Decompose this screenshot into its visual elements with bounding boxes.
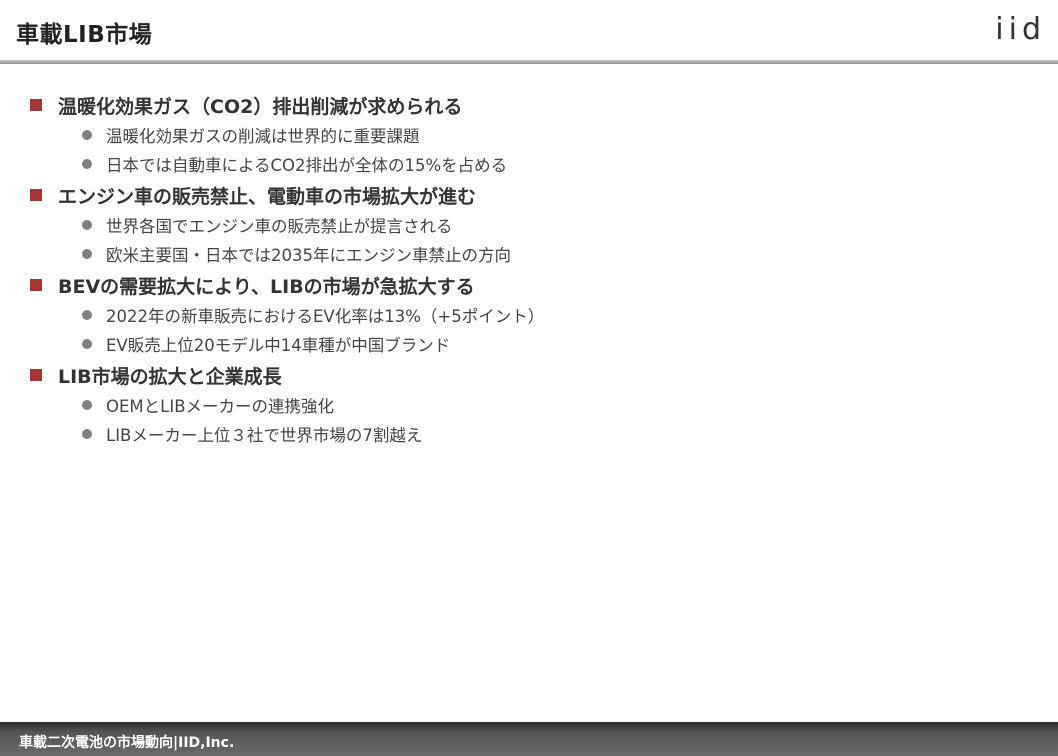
section-3: BEVの需要拡大により、LIBの市場が急拡大する 2022年の新車販売におけるE… xyxy=(30,270,1030,358)
square-bullet-icon xyxy=(30,99,42,111)
list-item-text: 欧米主要国・日本では2035年にエンジン車禁止の方向 xyxy=(106,245,511,265)
section-2: エンジン車の販売禁止、電動車の市場拡大が進む 世界各国でエンジン車の販売禁止が提… xyxy=(30,180,1030,268)
circle-bullet-icon xyxy=(82,338,92,349)
list-item: 欧米主要国・日本では2035年にエンジン車禁止の方向 xyxy=(30,239,1030,268)
square-bullet-icon xyxy=(30,189,42,201)
circle-bullet-icon xyxy=(82,399,92,410)
square-bullet-icon xyxy=(30,369,42,381)
circle-bullet-icon xyxy=(82,248,92,259)
list-item: 温暖化効果ガスの削減は世界的に重要課題 xyxy=(30,120,1030,149)
list-item: EV販売上位20モデル中14車種が中国ブランド xyxy=(30,329,1030,358)
list-item-text: 温暖化効果ガスの削減は世界的に重要課題 xyxy=(106,126,420,146)
section-4: LIB市場の拡大と企業成長 OEMとLIBメーカーの連携強化 LIBメーカー上位… xyxy=(30,360,1030,448)
circle-bullet-icon xyxy=(82,428,92,439)
section-heading: エンジン車の販売禁止、電動車の市場拡大が進む xyxy=(30,180,1030,210)
list-item-text: EV販売上位20モデル中14車種が中国ブランド xyxy=(106,335,451,355)
list-item: OEMとLIBメーカーの連携強化 xyxy=(30,390,1030,419)
slide-footer: 車載二次電池の市場動向|IID,Inc. xyxy=(0,722,1058,756)
section-1: 温暖化効果ガス（CO2）排出削減が求められる 温暖化効果ガスの削減は世界的に重要… xyxy=(30,90,1030,178)
section-heading-text: LIB市場の拡大と企業成長 xyxy=(58,365,282,388)
section-heading-text: BEVの需要拡大により、LIBの市場が急拡大する xyxy=(58,275,475,298)
list-item: LIBメーカー上位３社で世界市場の7割越え xyxy=(30,419,1030,448)
circle-bullet-icon xyxy=(82,129,92,140)
section-heading: 温暖化効果ガス（CO2）排出削減が求められる xyxy=(30,90,1030,120)
section-heading-text: エンジン車の販売禁止、電動車の市場拡大が進む xyxy=(58,185,477,208)
footer-text: 車載二次電池の市場動向|IID,Inc. xyxy=(19,735,235,751)
list-item-text: 日本では自動車によるCO2排出が全体の15%を占める xyxy=(106,155,508,175)
company-logo: iid xyxy=(995,12,1046,47)
list-item-text: OEMとLIBメーカーの連携強化 xyxy=(106,396,335,416)
section-heading-text: 温暖化効果ガス（CO2）排出削減が求められる xyxy=(58,95,463,118)
list-item-text: 世界各国でエンジン車の販売禁止が提言される xyxy=(106,216,453,236)
circle-bullet-icon xyxy=(82,219,92,230)
section-heading: BEVの需要拡大により、LIBの市場が急拡大する xyxy=(30,270,1030,300)
bullet-content: 温暖化効果ガス（CO2）排出削減が求められる 温暖化効果ガスの削減は世界的に重要… xyxy=(30,90,1030,450)
list-item: 2022年の新車販売におけるEV化率は13%（+5ポイント） xyxy=(30,300,1030,329)
slide-header: 車載LIB市場 iid xyxy=(0,0,1058,62)
list-item: 世界各国でエンジン車の販売禁止が提言される xyxy=(30,210,1030,239)
section-heading: LIB市場の拡大と企業成長 xyxy=(30,360,1030,390)
list-item: 日本では自動車によるCO2排出が全体の15%を占める xyxy=(30,149,1030,178)
list-item-text: LIBメーカー上位３社で世界市場の7割越え xyxy=(106,425,423,445)
square-bullet-icon xyxy=(30,279,42,291)
list-item-text: 2022年の新車販売におけるEV化率は13%（+5ポイント） xyxy=(106,306,545,326)
header-divider xyxy=(0,60,1058,64)
circle-bullet-icon xyxy=(82,309,92,320)
slide-title: 車載LIB市場 xyxy=(16,22,153,48)
slide: 車載LIB市場 iid 温暖化効果ガス（CO2）排出削減が求められる 温暖化効果… xyxy=(0,0,1058,756)
circle-bullet-icon xyxy=(82,158,92,169)
